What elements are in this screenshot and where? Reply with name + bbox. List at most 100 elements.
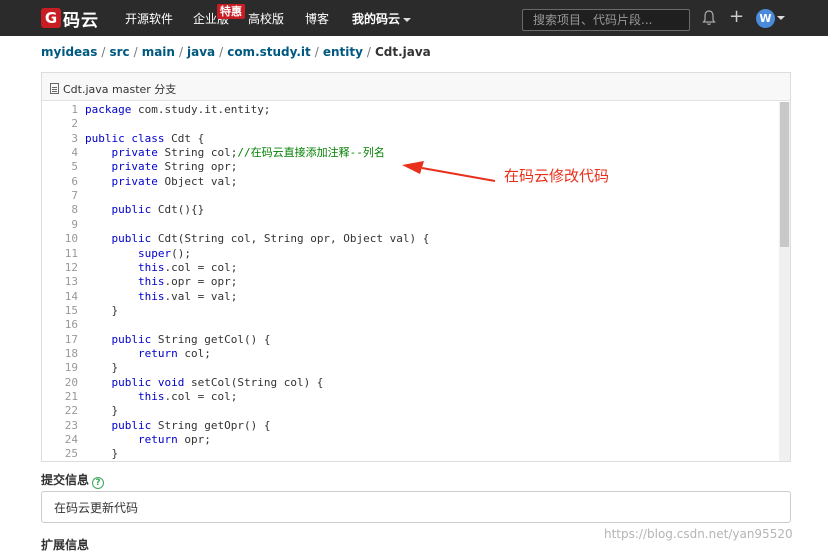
- code-line: 4 private String col;//在码云直接添加注释--列名: [42, 146, 782, 160]
- code-text: }: [85, 361, 118, 375]
- code-keyword: private: [111, 160, 158, 174]
- code-text: public String getCol() {: [85, 332, 271, 347]
- breadcrumb-item[interactable]: myideas: [41, 45, 97, 59]
- line-number: 25: [64, 447, 78, 461]
- code-editor[interactable]: 1 package com.study.it.entity; 2 3 public cl…: [42, 101, 790, 461]
- code-line: 9: [42, 218, 782, 232]
- code-line: 21 this.col = col;: [42, 390, 782, 404]
- line-number: 23: [64, 418, 78, 432]
- code-token: com.study.it.entity;: [131, 103, 271, 116]
- code-scrollbar[interactable]: [779, 102, 790, 461]
- code-text: this.col = col;: [85, 261, 237, 275]
- breadcrumb-item[interactable]: src: [109, 45, 129, 59]
- code-token: String col;: [157, 146, 238, 160]
- code-keyword: this: [137, 390, 165, 403]
- breadcrumb-item[interactable]: com.study.it: [227, 45, 311, 59]
- breadcrumb-separator: /: [366, 45, 371, 59]
- line-number: 4: [71, 146, 78, 160]
- file-header-label: Cdt.java master 分支: [63, 83, 177, 96]
- line-number: 15: [64, 303, 78, 317]
- code-token: Cdt {: [164, 131, 205, 145]
- code-token: }: [85, 303, 119, 317]
- line-number: 7: [71, 189, 78, 203]
- chevron-down-icon: [403, 17, 412, 22]
- code-line: 23 public String getOpr() {: [42, 419, 782, 433]
- commit-message-input[interactable]: [41, 491, 791, 523]
- file-panel: Cdt.java master 分支 1 package com.study.it…: [41, 72, 791, 462]
- line-number: 1: [71, 103, 78, 116]
- file-header: Cdt.java master 分支: [42, 73, 790, 101]
- breadcrumb-item[interactable]: java: [187, 45, 215, 59]
- code-line: 16: [42, 318, 782, 332]
- breadcrumb-current-file: Cdt.java: [374, 45, 431, 59]
- line-number: 9: [71, 217, 78, 231]
- nav-university[interactable]: 高校版: [248, 10, 284, 27]
- code-line: 15 }: [42, 304, 782, 318]
- search-input[interactable]: [522, 9, 690, 31]
- code-line: 13 this.opr = opr;: [42, 275, 782, 289]
- line-number: 6: [71, 174, 78, 188]
- code-keyword: super: [137, 246, 172, 260]
- code-token: }: [85, 361, 119, 375]
- annotation-text: 在码云修改代码: [504, 167, 610, 185]
- extend-info-label: 扩展信息: [41, 538, 90, 551]
- code-keyword: public: [111, 332, 152, 346]
- line-number: 13: [64, 275, 78, 289]
- bell-icon[interactable]: [702, 10, 716, 26]
- breadcrumb-separator: /: [178, 45, 184, 59]
- code-keyword: return: [137, 433, 178, 447]
- scrollbar-thumb[interactable]: [780, 102, 789, 247]
- code-line: 22 }: [42, 404, 782, 418]
- line-number: 11: [64, 246, 78, 260]
- code-keyword: package: [85, 103, 132, 116]
- code-token: Object val;: [157, 174, 238, 188]
- code-keyword: public class: [85, 131, 165, 145]
- code-token: Cdt(){}: [151, 203, 205, 217]
- avatar-chevron-down-icon[interactable]: [777, 16, 785, 20]
- line-number: 24: [64, 433, 78, 447]
- annotation-arrow-icon: [402, 161, 496, 182]
- code-comment: //在码云直接添加注释--列名: [237, 146, 385, 160]
- code-keyword: this: [137, 275, 165, 289]
- code-line: 12 this.col = col;: [42, 261, 782, 275]
- avatar[interactable]: W: [756, 9, 775, 28]
- line-number: 12: [64, 260, 78, 274]
- line-number: 14: [64, 289, 78, 303]
- breadcrumb-item[interactable]: main: [142, 45, 175, 59]
- line-number: 5: [71, 160, 78, 174]
- breadcrumb-separator: /: [101, 45, 106, 59]
- line-number: 21: [64, 390, 78, 403]
- nav-my-gitee[interactable]: 我的码云: [352, 10, 412, 27]
- code-text: package com.study.it.entity;: [85, 103, 270, 117]
- code-text: public String getOpr() {: [85, 419, 271, 433]
- code-text: private String col;//在码云直接添加注释--列名: [85, 146, 385, 160]
- nav-blog[interactable]: 博客: [305, 10, 329, 27]
- plus-icon[interactable]: +: [729, 8, 744, 26]
- code-token: .opr = opr;: [164, 275, 238, 289]
- code-text: public class Cdt {: [85, 132, 204, 146]
- breadcrumb-separator: /: [219, 45, 224, 59]
- code-line: 24 return opr;: [42, 433, 782, 447]
- line-number: 16: [64, 318, 78, 332]
- code-text: private String opr;: [85, 160, 238, 174]
- code-text: }: [85, 404, 118, 418]
- nav-open-source[interactable]: 开源软件: [125, 10, 173, 27]
- line-number: 22: [64, 404, 78, 418]
- breadcrumb-item[interactable]: entity: [323, 45, 363, 59]
- code-line: 25 }: [42, 447, 782, 461]
- code-keyword: private: [111, 174, 158, 188]
- code-line: 3 public class Cdt {: [42, 132, 782, 146]
- code-line: 20 public void setCol(String col) {: [42, 376, 782, 390]
- help-icon[interactable]: ?: [92, 477, 105, 489]
- code-text: }: [85, 447, 118, 461]
- code-keyword: this: [137, 260, 165, 274]
- code-text: this.opr = opr;: [85, 275, 237, 289]
- logo[interactable]: G 码云: [41, 7, 99, 31]
